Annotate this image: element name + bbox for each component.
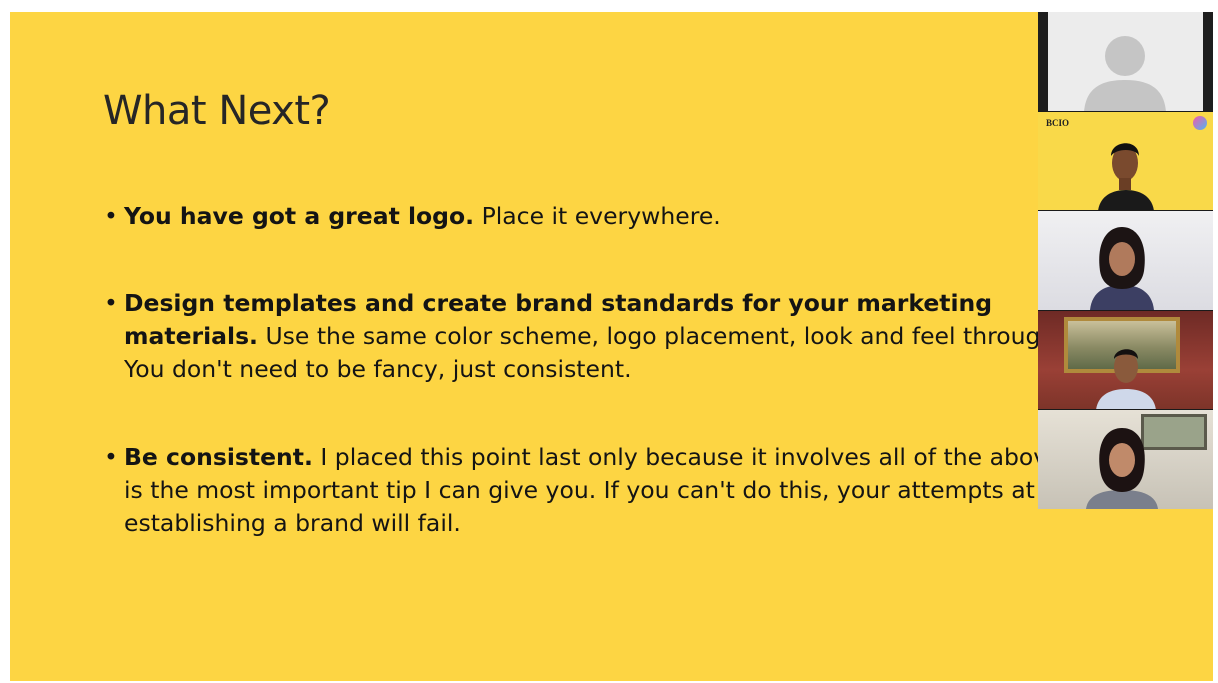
bullet-item: • Be consistent. I placed this point las… — [104, 441, 1114, 540]
presentation-slide: What Next? • You have got a great logo. … — [10, 12, 1213, 681]
host-badge-icon — [1193, 115, 1207, 130]
bullet-lead: You have got a great logo. — [124, 202, 475, 230]
participant-video-strip: BCIO — [1038, 12, 1213, 509]
bullet-list: • You have got a great logo. Place it ev… — [104, 200, 1114, 540]
bullet-item: • You have got a great logo. Place it ev… — [104, 200, 1114, 233]
bullet-dot: • — [104, 289, 118, 317]
bullet-dot: • — [104, 443, 118, 471]
participant-tile[interactable] — [1038, 210, 1213, 310]
bullet-text: Use the same color scheme, logo placemen… — [124, 322, 1102, 383]
participant-tile[interactable] — [1038, 309, 1213, 410]
user-avatar-icon — [1084, 36, 1166, 111]
host-brand-logo: BCIO — [1046, 117, 1070, 128]
person-icon — [1090, 227, 1154, 310]
participant-tile-host[interactable]: BCIO — [1038, 110, 1213, 211]
participant-tile[interactable] — [1038, 409, 1213, 509]
person-icon — [1086, 428, 1158, 509]
bullet-lead: Be consistent. — [124, 443, 313, 471]
slide-title: What Next? — [103, 88, 331, 134]
person-icon — [1096, 349, 1156, 410]
bullet-dot: • — [104, 202, 118, 230]
bullet-text: Place it everywhere. — [474, 202, 721, 230]
participant-tile-no-video[interactable] — [1038, 12, 1213, 111]
bullet-item: • Design templates and create brand stan… — [104, 287, 1114, 386]
avatar-placeholder — [1048, 12, 1203, 111]
